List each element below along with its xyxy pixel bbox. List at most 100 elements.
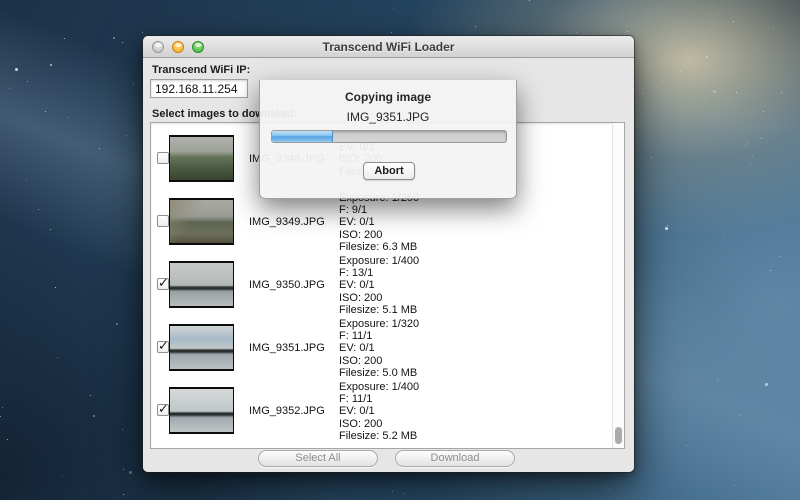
star	[736, 92, 737, 93]
star	[113, 37, 115, 39]
checkbox[interactable]: ✓	[157, 215, 169, 227]
star	[770, 270, 771, 271]
star	[745, 145, 746, 146]
list-item[interactable]: ✓ IMG_9351.JPG Exposure: 1/320 F: 11/1 E…	[151, 316, 606, 379]
image-filename: IMG_9350.JPG	[249, 279, 339, 291]
image-filename: IMG_9349.JPG	[249, 216, 339, 228]
exif-f: F: 13/1	[339, 267, 419, 279]
star	[45, 111, 46, 112]
star	[717, 379, 718, 380]
star	[50, 229, 51, 230]
star	[684, 78, 685, 79]
star	[116, 323, 118, 325]
star	[62, 475, 63, 476]
app-window: Transcend WiFi Loader Transcend WiFi IP:…	[143, 36, 634, 472]
star	[99, 148, 100, 149]
ip-input[interactable]	[150, 79, 248, 98]
star	[27, 81, 28, 82]
star	[665, 227, 668, 230]
scrollbar-track[interactable]	[612, 123, 624, 448]
abort-button[interactable]: Abort	[363, 162, 415, 180]
exif-iso: ISO: 200	[339, 292, 419, 304]
star	[739, 415, 740, 416]
star	[680, 71, 681, 72]
checkbox[interactable]: ✓	[157, 152, 169, 164]
exif-filesize: Filesize: 5.1 MB	[339, 304, 419, 316]
star	[38, 209, 39, 210]
checkmark-icon: ✓	[158, 401, 169, 417]
star	[779, 256, 780, 257]
star	[475, 26, 476, 27]
exif-iso: ISO: 200	[339, 229, 419, 241]
star	[763, 111, 764, 112]
star	[2, 407, 3, 408]
star	[129, 471, 132, 474]
copying-dialog: Copying image IMG_9351.JPG Abort	[259, 80, 517, 199]
exif-ev: EV: 0/1	[339, 216, 419, 228]
star	[123, 469, 124, 470]
checkbox[interactable]: ✓	[157, 404, 169, 416]
star	[122, 42, 123, 43]
star	[670, 447, 671, 448]
scrollbar-thumb[interactable]	[615, 427, 622, 444]
list-item[interactable]: ✓ IMG_9352.JPG Exposure: 1/400 F: 11/1 E…	[151, 379, 606, 442]
star	[773, 28, 774, 29]
star	[126, 135, 127, 136]
exif-exposure: Exposure: 1/400	[339, 255, 419, 267]
star	[123, 494, 124, 495]
exif-f: F: 11/1	[339, 330, 419, 342]
checkbox[interactable]: ✓	[157, 341, 169, 353]
select-all-button[interactable]: Select All	[258, 450, 378, 467]
star	[723, 236, 724, 237]
checkmark-icon: ✓	[158, 275, 169, 291]
star	[750, 164, 751, 165]
image-filename: IMG_9352.JPG	[249, 405, 339, 417]
window-content: Transcend WiFi IP: Select images to down…	[143, 58, 634, 472]
star	[609, 489, 610, 490]
star	[733, 21, 734, 22]
star	[706, 100, 707, 101]
exif-details: Exposure: 1/250 F: 9/1 EV: 0/1 ISO: 200 …	[339, 192, 419, 253]
star	[747, 142, 748, 143]
exif-ev: EV: 0/1	[339, 342, 419, 354]
star	[781, 92, 782, 93]
star	[529, 0, 530, 1]
star	[667, 225, 668, 226]
exif-iso: ISO: 200	[339, 355, 419, 367]
exif-exposure: Exposure: 1/400	[339, 381, 419, 393]
download-button[interactable]: Download	[395, 450, 515, 467]
exif-details: Exposure: 1/320 F: 11/1 EV: 0/1 ISO: 200…	[339, 318, 419, 379]
exif-filesize: Filesize: 5.0 MB	[339, 367, 419, 379]
star	[752, 155, 753, 156]
thumbnail	[169, 198, 234, 245]
thumbnail	[169, 324, 234, 371]
star	[93, 415, 95, 417]
star	[761, 138, 762, 139]
star	[403, 493, 404, 494]
star	[67, 117, 68, 118]
progress-fill	[272, 131, 333, 142]
exif-f: F: 11/1	[339, 393, 419, 405]
star	[142, 32, 143, 33]
image-filename: IMG_9351.JPG	[249, 342, 339, 354]
exif-f: F: 9/1	[339, 204, 419, 216]
title-bar[interactable]: Transcend WiFi Loader	[143, 36, 634, 58]
star	[50, 64, 52, 66]
star	[122, 429, 123, 430]
exif-ev: EV: 0/1	[339, 279, 419, 291]
list-item[interactable]: ✓ IMG_9350.JPG Exposure: 1/400 F: 13/1 E…	[151, 253, 606, 316]
star	[651, 157, 652, 158]
star	[393, 8, 394, 9]
star	[713, 90, 716, 93]
checkbox[interactable]: ✓	[157, 278, 169, 290]
exif-filesize: Filesize: 5.2 MB	[339, 430, 419, 442]
star	[7, 439, 8, 440]
thumbnail	[169, 387, 234, 434]
star	[392, 491, 393, 492]
star	[663, 81, 664, 82]
star	[765, 383, 768, 386]
star	[0, 416, 1, 417]
list-item[interactable]: ✓ IMG_9349.JPG Exposure: 1/250 F: 9/1 EV…	[151, 190, 606, 253]
exif-filesize: Filesize: 6.3 MB	[339, 241, 419, 253]
star	[576, 32, 577, 33]
